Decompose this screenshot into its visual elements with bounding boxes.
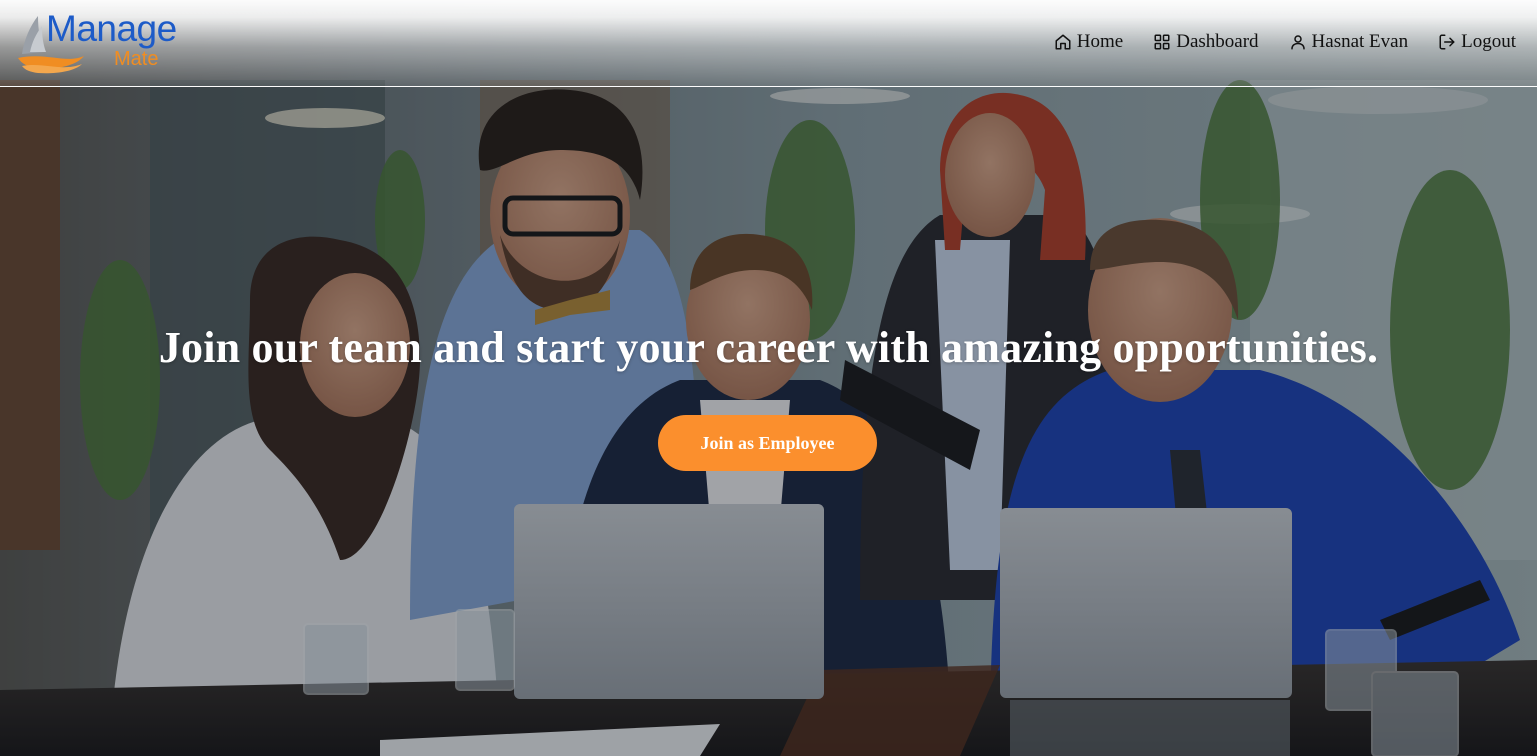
nav-logout[interactable]: Logout: [1438, 31, 1516, 53]
home-icon: [1055, 34, 1071, 50]
user-icon: [1290, 35, 1305, 50]
logout-icon: [1439, 34, 1455, 50]
top-navbar: Manage Mate Home Dashboard Hasnat Evan L…: [0, 0, 1537, 87]
brand-logo[interactable]: Manage Mate: [16, 8, 206, 74]
hero-background-image: [0, 0, 1537, 756]
nav-user-name: Hasnat Evan: [1311, 31, 1409, 52]
nav-home-label: Home: [1076, 31, 1124, 52]
join-as-employee-button[interactable]: Join as Employee: [658, 415, 877, 471]
nav-home[interactable]: Home: [1054, 31, 1123, 53]
nav-dashboard-label: Dashboard: [1176, 31, 1259, 52]
nav-logout-label: Logout: [1461, 31, 1516, 52]
grid-icon: [1154, 34, 1170, 50]
nav-dashboard[interactable]: Dashboard: [1153, 31, 1259, 53]
logo-subtitle: Mate: [114, 48, 159, 70]
hero-headline: Join our team and start your career with…: [158, 323, 1379, 372]
nav-user-profile[interactable]: Hasnat Evan: [1289, 31, 1409, 53]
main-navigation: Home Dashboard Hasnat Evan Logout: [1054, 31, 1516, 53]
logo-wordmark: Manage: [46, 8, 177, 49]
hero-dark-overlay: [0, 0, 1537, 756]
